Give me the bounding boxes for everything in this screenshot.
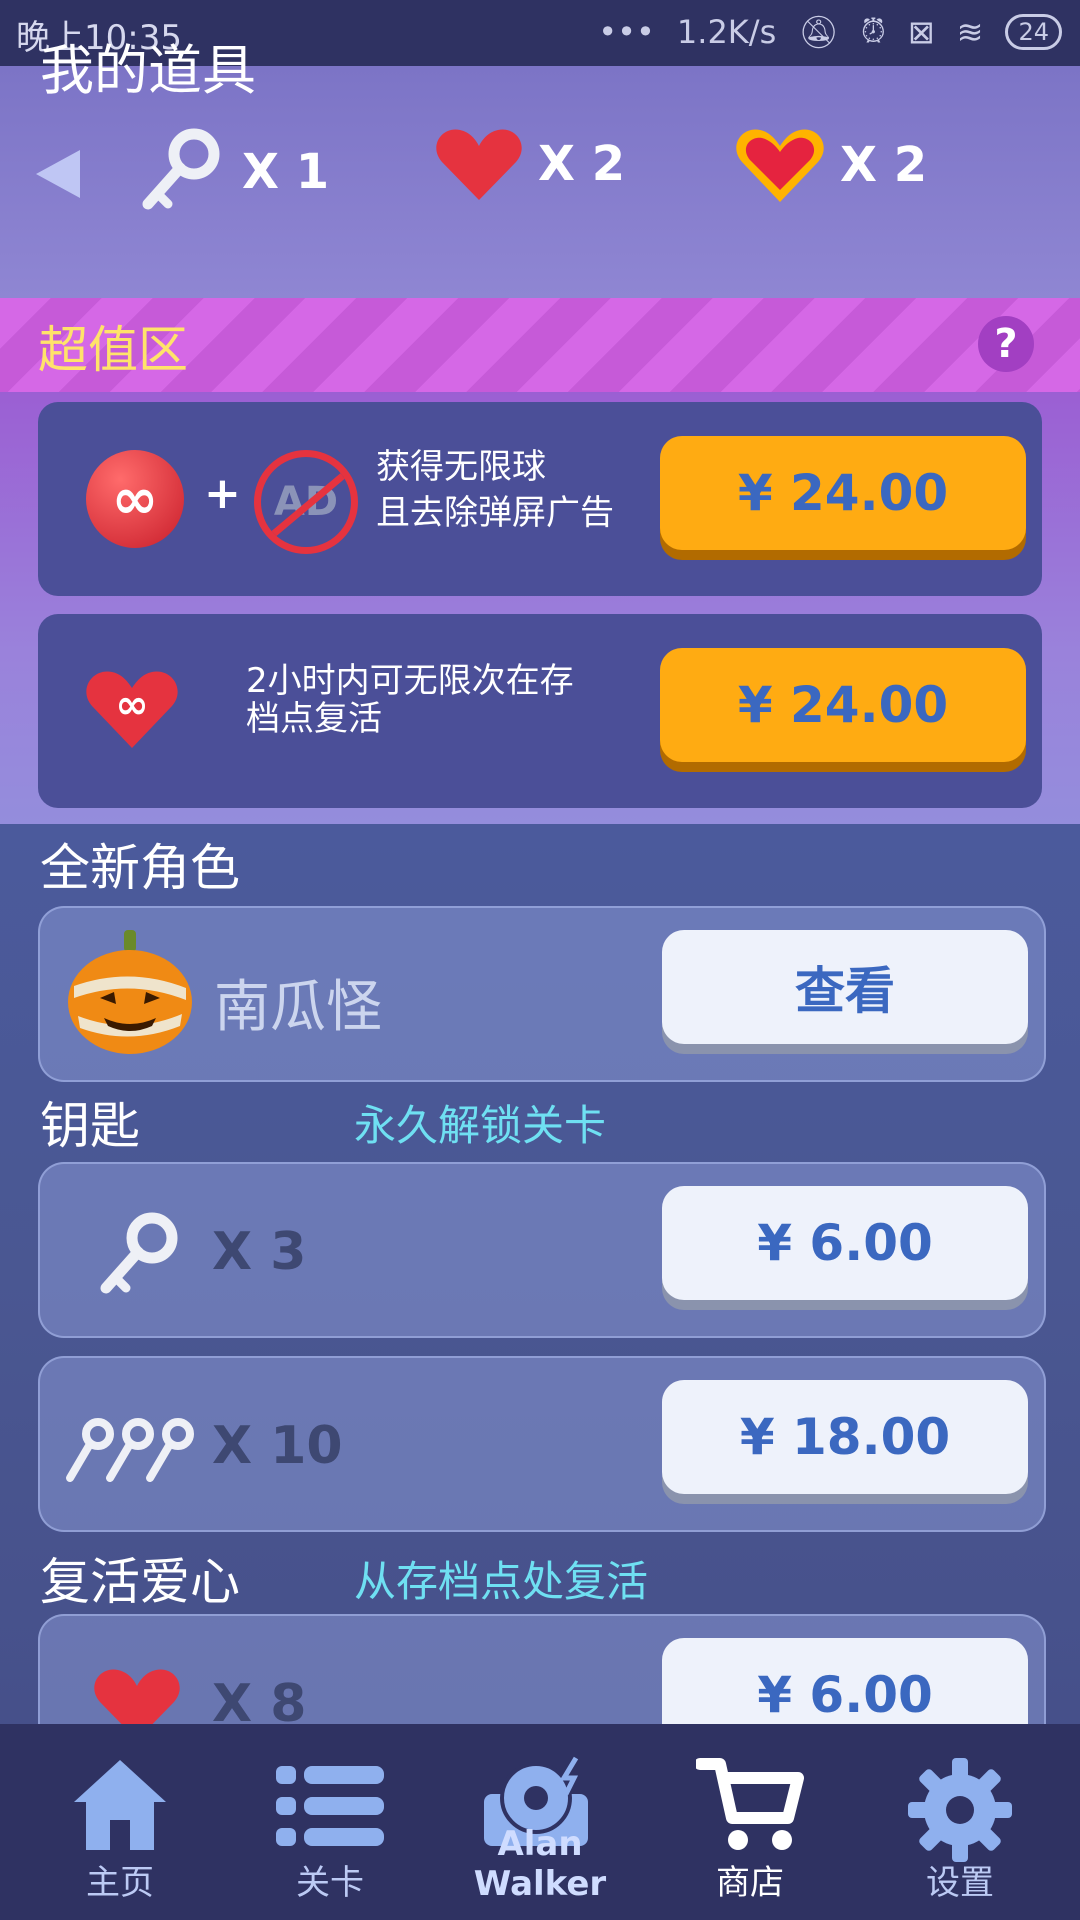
keys-offer-10: X 10 ¥ 18.00	[38, 1356, 1046, 1532]
plus-icon: +	[204, 468, 241, 519]
more-dots-icon: •••	[598, 12, 655, 51]
pumpkin-avatar-icon	[68, 930, 192, 1054]
view-character-button[interactable]: 查看	[662, 930, 1028, 1044]
buy-revive-button[interactable]: ¥ 24.00	[660, 648, 1026, 762]
tab-shop-label: 商店	[716, 1863, 784, 1903]
alarm-icon: ⏰︎	[860, 12, 886, 50]
item-keys: X 1	[132, 124, 329, 220]
list-icon	[276, 1766, 384, 1846]
offer-unlimited-line1: 获得无限球	[376, 447, 546, 487]
hearts-title: 复活爱心	[40, 1553, 240, 1611]
network-speed: 1.2K/s	[676, 12, 777, 51]
golden-heart-icon	[736, 129, 824, 202]
item-golden-hearts-count: X 2	[840, 137, 928, 193]
tab-home-label: 主页	[86, 1863, 154, 1903]
offer-unlimited-ball: ∞ + AD 获得无限球 且去除弹屏广告 ¥ 24.00	[38, 402, 1042, 596]
wifi-icon: ≋	[956, 12, 984, 51]
keys-title: 钥匙	[40, 1097, 140, 1155]
my-items-title: 我的道具	[40, 39, 256, 102]
keys-subtitle: 永久解锁关卡	[354, 1101, 607, 1150]
buy-keys-3-button[interactable]: ¥ 6.00	[662, 1186, 1028, 1300]
home-icon	[74, 1760, 166, 1850]
item-keys-count: X 1	[242, 144, 330, 200]
keys-offer-3-count: X 3	[212, 1222, 307, 1282]
offer-revive-desc: 2小时内可无限次在存 档点复活	[246, 662, 574, 738]
triple-key-icon	[66, 1418, 194, 1482]
character-card: 南瓜怪 查看	[38, 906, 1046, 1082]
super-zone-offers: ∞ + AD 获得无限球 且去除弹屏广告 ¥ 24.00 ∞ 2小时内可无限次在…	[0, 392, 1080, 824]
infinity-ball-icon: ∞	[86, 450, 184, 548]
buy-unlimited-button[interactable]: ¥ 24.00	[660, 436, 1026, 550]
key-icon	[142, 128, 220, 210]
item-hearts: X 2	[434, 124, 625, 204]
tab-home[interactable]: 主页	[20, 1724, 220, 1920]
gear-icon	[908, 1758, 1012, 1862]
sim-icon: ⊠	[907, 12, 935, 51]
tab-settings[interactable]: 设置	[860, 1724, 1060, 1920]
keys-offer-3: X 3 ¥ 6.00	[38, 1162, 1046, 1338]
offer-unlimited-revive: ∞ 2小时内可无限次在存 档点复活 ¥ 24.00	[38, 614, 1042, 808]
super-zone-header: 超值区 ?	[0, 298, 1080, 392]
mute-bell-icon: 🔕︎	[798, 12, 839, 51]
status-icons: ••• 1.2K/s 🔕︎ ⏰︎ ⊠ ≋ 24	[598, 12, 1062, 51]
key-icon	[100, 1212, 178, 1294]
infinity-heart-icon: ∞	[86, 671, 178, 748]
heart-icon	[436, 129, 522, 200]
offer-unlimited-line2: 且去除弹屏广告	[376, 493, 614, 533]
offer-revive-line1: 2小时内可无限次在存	[246, 661, 574, 701]
super-zone-title: 超值区	[38, 321, 188, 379]
svg-text:∞: ∞	[115, 682, 148, 728]
battery-indicator: 24	[1005, 13, 1062, 50]
tab-levels-label: 关卡	[296, 1863, 364, 1903]
my-items-panel: 我的道具 X 1 X 2 X 2	[0, 39, 1080, 298]
character-name: 南瓜怪	[214, 975, 382, 1040]
tab-alan-walker-label: Alan Walker	[473, 1824, 607, 1904]
hearts-subtitle: 从存档点处复活	[354, 1557, 649, 1606]
tab-levels[interactable]: 关卡	[230, 1724, 430, 1920]
item-hearts-count: X 2	[538, 136, 626, 192]
back-arrow-icon[interactable]	[36, 150, 80, 198]
cart-icon	[696, 1758, 804, 1850]
offer-unlimited-desc: 获得无限球 且去除弹屏广告	[376, 444, 614, 536]
tab-shop[interactable]: 商店	[650, 1724, 850, 1920]
offer-revive-line2: 档点复活	[246, 699, 382, 739]
keys-offer-10-count: X 10	[212, 1416, 343, 1476]
help-button[interactable]: ?	[978, 316, 1034, 372]
item-golden-hearts: X 2	[734, 124, 927, 206]
no-ad-icon: AD	[254, 450, 358, 554]
store-list: 全新角色 南瓜怪 查看 钥匙 永久解锁关卡 X 3 ¥ 6.00 X 10 ¥ …	[0, 824, 1080, 1790]
tab-alan-walker[interactable]: Alan Walker	[440, 1724, 640, 1920]
new-character-title: 全新角色	[40, 839, 240, 897]
buy-keys-10-button[interactable]: ¥ 18.00	[662, 1380, 1028, 1494]
tab-settings-label: 设置	[926, 1863, 994, 1903]
bottom-tab-bar: 主页 关卡 Alan Walker 商店 设置	[0, 1724, 1080, 1920]
